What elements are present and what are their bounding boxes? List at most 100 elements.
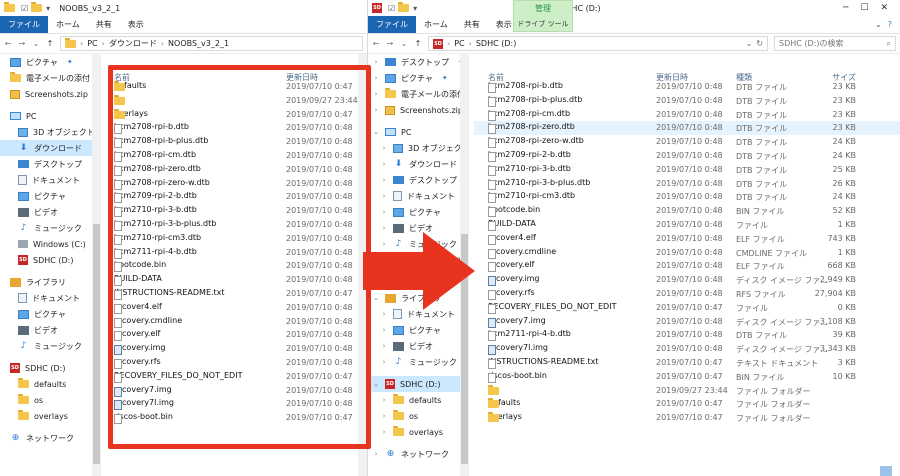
maximize-icon[interactable]: ☐: [860, 3, 868, 13]
address-bar[interactable]: SD › PC › SDHC (D:) ⌄ ↻: [428, 36, 768, 51]
nav-item[interactable]: ドキュメント: [0, 290, 92, 306]
nav-item[interactable]: ♪ ミュージック: [0, 220, 92, 236]
breadcrumb-noobs[interactable]: NOOBS_v3_2_1: [168, 39, 229, 48]
nav-item[interactable]: › デスクトップ: [368, 172, 460, 188]
chevron-right-icon[interactable]: ›: [380, 208, 388, 216]
file-row[interactable]: INSTRUCTIONS-README.txt 2019/07/10 0:47 テキ…: [474, 356, 900, 370]
nav-item[interactable]: SD SDHC (D:): [0, 360, 92, 376]
chevron-down-icon[interactable]: ⌄: [875, 20, 882, 29]
back-arrow-icon[interactable]: ←: [4, 39, 12, 48]
back-arrow-icon[interactable]: ←: [372, 39, 380, 48]
file-row[interactable]: recovery.cmdline 2019/07/10 0:48 CMDLINE フ…: [474, 246, 900, 260]
file-row[interactable]: recovery.elf 2019/07/10 0:48 ELF ファイル 668 K…: [474, 259, 900, 273]
nav-item[interactable]: › overlays: [368, 424, 460, 440]
nav-item[interactable]: ビデオ: [0, 204, 92, 220]
file-row[interactable]: riscos-boot.bin 2019/07/10 0:47 BIN ファイル 10…: [474, 370, 900, 384]
nav-item[interactable]: ⌄ PC: [368, 124, 460, 140]
nav-item[interactable]: › Screenshots.zip: [368, 102, 460, 118]
nav-item[interactable]: overlays: [0, 408, 92, 424]
file-row[interactable]: recovery.rfs 2019/07/10 0:48 RFS ファイル 27,90…: [474, 287, 900, 301]
nav-item[interactable]: › ♪ ミュージック: [368, 354, 460, 370]
file-row[interactable]: bcm2710-rpi-3-b.dtb 2019/07/10 0:48 DTB ファ…: [474, 163, 900, 177]
file-row[interactable]: bcm2710-rpi-3-b-plus.dtb 2019/07/10 0:48 D…: [474, 177, 900, 191]
chevron-right-icon[interactable]: ›: [380, 412, 388, 420]
nav-scroll-thumb[interactable]: [93, 224, 100, 464]
nav-item[interactable]: Windows (C:): [0, 236, 92, 252]
dropdown-icon[interactable]: ⌄: [746, 39, 753, 48]
chevron-right-icon[interactable]: ›: [380, 176, 388, 184]
chevron-down-icon[interactable]: ⌄: [372, 128, 380, 136]
nav-item[interactable]: ドキュメント: [0, 172, 92, 188]
file-row[interactable]: recovery7.img 2019/07/10 0:48 ディスク イメージ ファ…: [474, 315, 900, 329]
file-row[interactable]: bcm2708-rpi-b-plus.dtb 2019/07/10 0:48 DTB…: [474, 94, 900, 108]
nav-item[interactable]: ›デスクトップ✦: [368, 54, 460, 70]
chevron-right-icon[interactable]: ›: [380, 358, 388, 366]
minimize-icon[interactable]: ─: [843, 3, 848, 13]
chevron-right-icon[interactable]: ›: [380, 396, 388, 404]
close-icon[interactable]: ✕: [880, 3, 888, 13]
file-row[interactable]: bcm2708-rpi-zero-w.dtb 2019/07/10 0:48 DTB…: [474, 135, 900, 149]
file-row[interactable]: RECOVERY_FILES_DO_NOT_EDIT 2019/07/10 0:4…: [474, 301, 900, 315]
file-row[interactable]: recovery.img 2019/07/10 0:48 ディスク イメージ ファ.…: [474, 273, 900, 287]
file-row[interactable]: bcm2708-rpi-cm.dtb 2019/07/10 0:48 DTB ファイ…: [474, 108, 900, 122]
nav-item[interactable]: 3D オブジェクト: [0, 124, 92, 140]
nav-item[interactable]: ライブラリ: [0, 274, 92, 290]
file-row[interactable]: bcm2709-rpi-2-b.dtb 2019/07/10 0:48 DTB ファ…: [474, 149, 900, 163]
chevron-down-icon[interactable]: ⌄: [400, 39, 408, 48]
nav-item[interactable]: ⊕ ネットワーク: [0, 430, 92, 446]
tab-file[interactable]: ファイル: [0, 16, 48, 33]
file-row[interactable]: recover4.elf 2019/07/10 0:48 ELF ファイル 743 K…: [474, 232, 900, 246]
chevron-right-icon[interactable]: ›: [380, 224, 388, 232]
nav-item[interactable]: ピクチャ: [0, 188, 92, 204]
nav-item[interactable]: › ドキュメント: [368, 188, 460, 204]
nav-scrollbar[interactable]: [92, 54, 101, 476]
file-row[interactable]: bootcode.bin 2019/07/10 0:48 BIN ファイル 52 KB: [474, 204, 900, 218]
breadcrumb-sdhc[interactable]: SDHC (D:): [476, 39, 516, 48]
chevron-right-icon[interactable]: ›: [380, 144, 388, 152]
file-row[interactable]: os 2019/09/27 23:44 ファイル フォルダー: [474, 384, 900, 398]
nav-item[interactable]: os: [0, 392, 92, 408]
search-input[interactable]: SDHC (D:)の検索 ⌕: [774, 36, 896, 51]
nav-item[interactable]: ビデオ: [0, 322, 92, 338]
file-row[interactable]: bcm2708-rpi-b.dtb 2019/07/10 0:48 DTB ファイル…: [474, 80, 900, 94]
up-arrow-icon[interactable]: ↑: [46, 39, 54, 48]
nav-item[interactable]: ピクチャ ✦: [0, 54, 92, 70]
chevron-down-icon[interactable]: ⌄: [32, 39, 40, 48]
chevron-right-icon[interactable]: ›: [380, 192, 388, 200]
context-tab-manage[interactable]: 管理 ドライブ ツール: [513, 0, 573, 32]
nav-item[interactable]: デスクトップ: [0, 156, 92, 172]
nav-item[interactable]: Screenshots.zip: [0, 86, 92, 102]
chevron-right-icon[interactable]: ›: [372, 58, 380, 66]
chevron-right-icon[interactable]: ›: [372, 450, 380, 458]
properties-icon[interactable]: ☑: [388, 4, 395, 13]
chevron-down-icon[interactable]: ▾: [46, 4, 50, 13]
chevron-right-icon[interactable]: ›: [380, 310, 388, 318]
nav-item[interactable]: › os: [368, 408, 460, 424]
file-row[interactable]: BUILD-DATA 2019/07/10 0:48 ファイル 1 KB: [474, 218, 900, 232]
tab-share[interactable]: 共有: [88, 16, 120, 33]
forward-arrow-icon[interactable]: →: [386, 39, 394, 48]
nav-item[interactable]: › ピクチャ: [368, 322, 460, 338]
nav-item[interactable]: › ⬇ ダウンロード: [368, 156, 460, 172]
nav-item[interactable]: › 3D オブジェクト: [368, 140, 460, 156]
address-bar[interactable]: › PC › ダウンロード › NOOBS_v3_2_1: [60, 36, 363, 51]
new-folder-icon[interactable]: [398, 2, 410, 12]
chevron-right-icon[interactable]: ›: [380, 342, 388, 350]
tab-file[interactable]: ファイル: [368, 16, 416, 33]
nav-item[interactable]: ピクチャ: [0, 306, 92, 322]
chevron-right-icon[interactable]: ›: [372, 106, 380, 114]
file-row[interactable]: bcm2711-rpi-4-b.dtb 2019/07/10 0:48 DTB ファ…: [474, 328, 900, 342]
nav-item[interactable]: ⬇ ダウンロード: [0, 140, 92, 156]
file-row[interactable]: recovery7l.img 2019/07/10 0:48 ディスク イメージ フ…: [474, 342, 900, 356]
nav-item[interactable]: defaults: [0, 376, 92, 392]
tab-home[interactable]: ホーム: [416, 16, 456, 33]
breadcrumb-downloads[interactable]: ダウンロード: [109, 38, 157, 49]
breadcrumb-pc[interactable]: PC: [87, 39, 97, 48]
file-row[interactable]: bcm2708-rpi-zero.dtb 2019/07/10 0:48 DTB フ…: [474, 121, 900, 136]
nav-item[interactable]: › 電子メールの添付: [368, 86, 460, 102]
nav-item[interactable]: ♪ ミュージック: [0, 338, 92, 354]
nav-item[interactable]: › ビデオ: [368, 338, 460, 354]
nav-item[interactable]: › defaults: [368, 392, 460, 408]
breadcrumb-pc[interactable]: PC: [454, 39, 464, 48]
file-row[interactable]: bcm2710-rpi-cm3.dtb 2019/07/10 0:48 DTB ファ…: [474, 190, 900, 204]
